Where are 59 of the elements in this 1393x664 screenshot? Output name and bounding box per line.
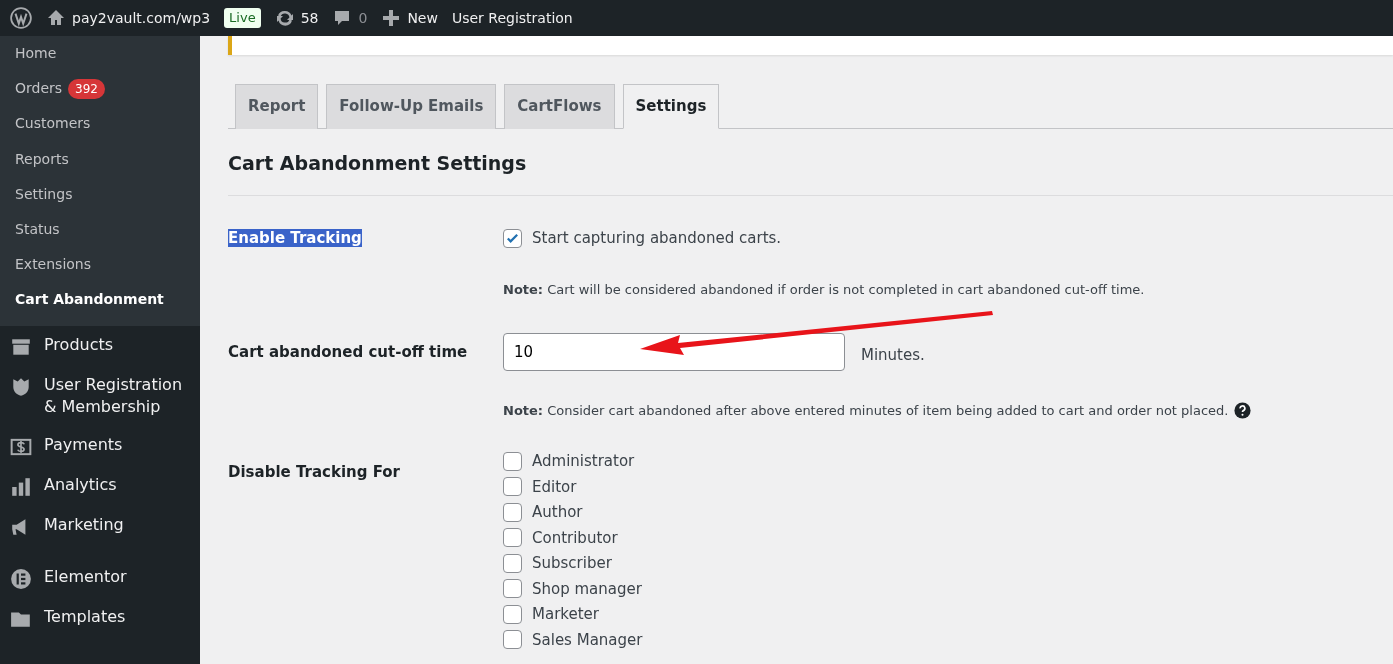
sidebar-menu-item[interactable]: Payments [44, 434, 123, 457]
checkbox-label: Marketer [532, 604, 599, 625]
sidebar-submenu-item[interactable]: Home [0, 36, 200, 72]
tab[interactable]: Settings [622, 84, 720, 129]
checkbox[interactable] [503, 528, 522, 548]
tab[interactable]: CartFlows [504, 84, 615, 129]
status-badge: Live [224, 8, 261, 28]
count-badge: 392 [68, 78, 105, 99]
updates-count[interactable]: 58 [300, 7, 319, 29]
checkbox-label: Subscriber [532, 553, 612, 574]
sidebar-menu-item[interactable]: Templates [44, 606, 126, 629]
tab[interactable]: Follow-Up Emails [326, 84, 497, 129]
sidebar-submenu-item[interactable]: Reports [0, 141, 200, 177]
comments-count[interactable]: 0 [358, 7, 368, 29]
sidebar-submenu-item[interactable]: Settings [0, 176, 200, 212]
sidebar-menu-item[interactable]: Marketing [44, 514, 124, 537]
plus-icon [381, 8, 402, 28]
sidebar-submenu-item[interactable]: Status [0, 211, 200, 248]
checkbox[interactable] [503, 477, 522, 497]
circle-letter-icon [10, 568, 32, 591]
number-field[interactable]: 10 [503, 333, 845, 371]
sidebar-menu-item[interactable]: User Registration & Membership [44, 373, 190, 419]
checkbox-label: Contributor [532, 527, 618, 549]
checkbox[interactable] [503, 502, 522, 522]
note-text: Note: Cart will be considered abandoned if order is not completed in cart abandoned cut-off time. [503, 280, 1145, 299]
checkbox-label: Shop manager [532, 578, 642, 600]
checkbox-label: Editor [532, 476, 577, 498]
unit-label: Minutes. [861, 344, 925, 366]
checkbox[interactable] [503, 553, 522, 573]
checkbox[interactable] [503, 604, 522, 624]
bar-chart-icon [10, 476, 32, 499]
help-icon [1234, 402, 1252, 420]
checkbox[interactable] [503, 630, 522, 650]
refresh-icon [274, 8, 295, 28]
checkbox-label: Sales Manager [532, 629, 643, 651]
sidebar-submenu-item[interactable]: Orders [15, 78, 63, 100]
admin-bar-link[interactable]: User Registration [451, 7, 573, 29]
wordpress-logo-icon [10, 7, 32, 29]
sidebar-submenu-item[interactable]: Cart Abandonment [0, 282, 200, 318]
field-label: Cart abandoned cut-off time [228, 343, 468, 361]
sidebar-menu-item[interactable]: Products [44, 333, 114, 356]
site-link[interactable]: pay2vault.com/wp3 [72, 7, 211, 29]
note-text: Note: Consider cart abandoned after above entered minutes of item being added to cart and order not placed. [503, 402, 1229, 420]
sidebar-menu-item[interactable]: Analytics [44, 474, 117, 497]
sidebar-submenu-item[interactable]: Customers [0, 106, 200, 142]
home-icon [46, 8, 66, 28]
sidebar-submenu-item[interactable]: Extensions [0, 247, 200, 283]
field-label: Disable Tracking For [228, 462, 400, 481]
new-link[interactable]: New [407, 7, 438, 29]
checkbox-label: Author [532, 502, 583, 523]
section-heading: Cart Abandonment Settings [228, 148, 1393, 196]
checkbox[interactable] [503, 451, 522, 471]
sidebar-menu-item[interactable]: Elementor [44, 566, 127, 589]
checkbox-label: Start capturing abandoned carts. [532, 228, 782, 249]
field-label: Enable Tracking [228, 229, 362, 247]
tab[interactable]: Report [235, 84, 319, 129]
checkbox-label: Administrator [532, 451, 635, 472]
checkbox[interactable] [503, 579, 522, 599]
checkbox[interactable] [503, 228, 522, 248]
